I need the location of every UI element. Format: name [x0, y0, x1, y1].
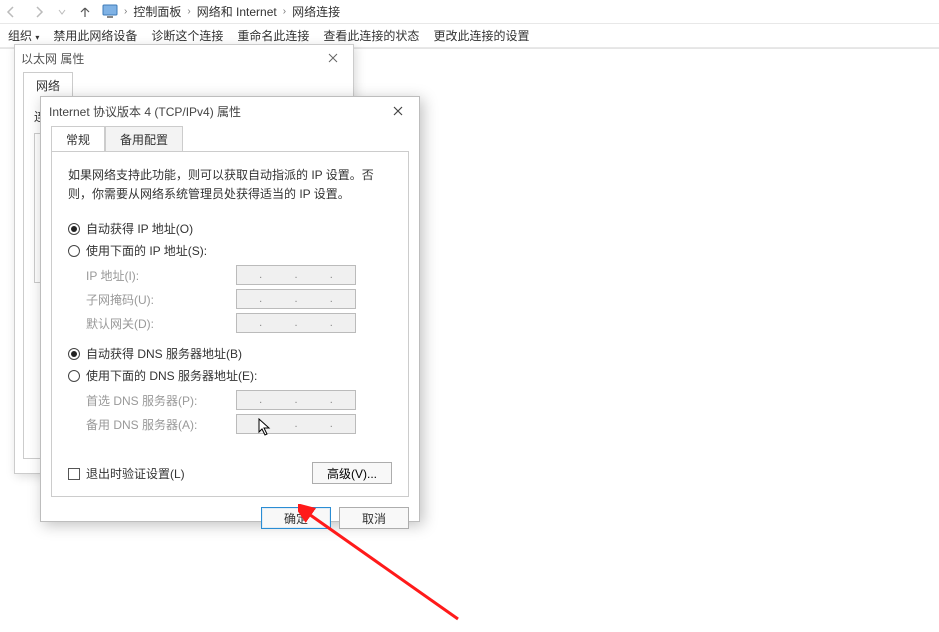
validate-checkbox-row[interactable]: 退出时验证设置(L) — [68, 465, 185, 482]
tab-alternate[interactable]: 备用配置 — [105, 126, 183, 152]
ok-button[interactable]: 确定 — [261, 507, 331, 529]
close-icon — [328, 53, 338, 63]
ip-address-input: ... — [236, 265, 356, 285]
control-panel-icon — [102, 4, 118, 20]
toolbar-rename[interactable]: 重命名此连接 — [237, 27, 309, 44]
preferred-dns-input: ... — [236, 390, 356, 410]
tab-general[interactable]: 常规 — [51, 126, 105, 152]
chevron-right-icon: › — [283, 6, 286, 17]
tab-network[interactable]: 网络 — [23, 72, 73, 98]
dialog-title: Internet 协议版本 4 (TCP/IPv4) 属性 — [49, 103, 241, 120]
breadcrumb: › 控制面板 › 网络和 Internet › 网络连接 — [102, 3, 340, 20]
arrow-up-icon — [78, 5, 92, 19]
subnet-mask-label: 子网掩码(U): — [86, 291, 236, 308]
toolbar-diagnose[interactable]: 诊断这个连接 — [151, 27, 223, 44]
tab-strip: 网络 — [15, 71, 353, 97]
breadcrumb-item[interactable]: 控制面板 — [133, 3, 181, 20]
address-bar: › 控制面板 › 网络和 Internet › 网络连接 — [0, 0, 939, 24]
close-icon — [393, 106, 403, 116]
description-text: 如果网络支持此功能，则可以获取自动指派的 IP 设置。否则，你需要从网络系统管理… — [68, 166, 392, 204]
arrow-right-icon — [32, 5, 46, 19]
ip-group: 自动获得 IP 地址(O) 使用下面的 IP 地址(S): IP 地址(I): … — [68, 220, 392, 333]
breadcrumb-item[interactable]: 网络和 Internet — [197, 3, 277, 20]
radio-ip-manual[interactable]: 使用下面的 IP 地址(S): — [68, 242, 392, 259]
nav-forward-button[interactable] — [28, 1, 50, 23]
alternate-dns-input: ... — [236, 414, 356, 434]
alternate-dns-label: 备用 DNS 服务器(A): — [86, 416, 236, 433]
dns-fields: 首选 DNS 服务器(P): ... 备用 DNS 服务器(A): ... — [86, 390, 392, 434]
ipv4-properties-dialog: Internet 协议版本 4 (TCP/IPv4) 属性 常规 备用配置 如果… — [40, 96, 420, 522]
dialog-titlebar[interactable]: Internet 协议版本 4 (TCP/IPv4) 属性 — [41, 97, 419, 125]
dns-group: 自动获得 DNS 服务器地址(B) 使用下面的 DNS 服务器地址(E): 首选… — [68, 345, 392, 434]
toolbar-organize[interactable]: 组织 ▾ — [8, 27, 39, 44]
radio-label: 自动获得 DNS 服务器地址(B) — [86, 345, 242, 362]
cancel-button[interactable]: 取消 — [339, 507, 409, 529]
radio-label: 自动获得 IP 地址(O) — [86, 220, 193, 237]
radio-ip-auto[interactable]: 自动获得 IP 地址(O) — [68, 220, 392, 237]
window-title: 以太网 属性 — [21, 50, 84, 67]
chevron-right-icon: › — [187, 6, 190, 17]
nav-history-button[interactable] — [56, 1, 68, 23]
radio-label: 使用下面的 DNS 服务器地址(E): — [86, 367, 257, 384]
window-titlebar[interactable]: 以太网 属性 — [15, 45, 353, 71]
validate-label: 退出时验证设置(L) — [86, 465, 185, 482]
radio-icon — [68, 348, 80, 360]
radio-icon — [68, 245, 80, 257]
advanced-button[interactable]: 高级(V)... — [312, 462, 392, 484]
gateway-input: ... — [236, 313, 356, 333]
toolbar-disable[interactable]: 禁用此网络设备 — [53, 27, 137, 44]
nav-back-button[interactable] — [0, 1, 22, 23]
toolbar-status[interactable]: 查看此连接的状态 — [323, 27, 419, 44]
close-button[interactable] — [319, 48, 347, 68]
ip-address-label: IP 地址(I): — [86, 267, 236, 284]
chevron-right-icon: › — [124, 6, 127, 17]
breadcrumb-item[interactable]: 网络连接 — [292, 3, 340, 20]
radio-dns-manual[interactable]: 使用下面的 DNS 服务器地址(E): — [68, 367, 392, 384]
ip-fields: IP 地址(I): ... 子网掩码(U): ... 默认网关(D): ... — [86, 265, 392, 333]
close-button[interactable] — [385, 101, 411, 121]
subnet-mask-input: ... — [236, 289, 356, 309]
dialog-buttons: 确定 取消 — [41, 507, 419, 539]
radio-icon — [68, 370, 80, 382]
checkbox-icon — [68, 468, 80, 480]
general-panel: 如果网络支持此功能，则可以获取自动指派的 IP 设置。否则，你需要从网络系统管理… — [51, 151, 409, 497]
toolbar-change[interactable]: 更改此连接的设置 — [433, 27, 529, 44]
arrow-left-icon — [4, 5, 18, 19]
nav-up-button[interactable] — [74, 1, 96, 23]
tab-strip: 常规 备用配置 — [41, 125, 419, 151]
gateway-label: 默认网关(D): — [86, 315, 236, 332]
chevron-down-icon — [58, 8, 66, 16]
radio-dns-auto[interactable]: 自动获得 DNS 服务器地址(B) — [68, 345, 392, 362]
radio-icon — [68, 223, 80, 235]
preferred-dns-label: 首选 DNS 服务器(P): — [86, 392, 236, 409]
radio-label: 使用下面的 IP 地址(S): — [86, 242, 207, 259]
